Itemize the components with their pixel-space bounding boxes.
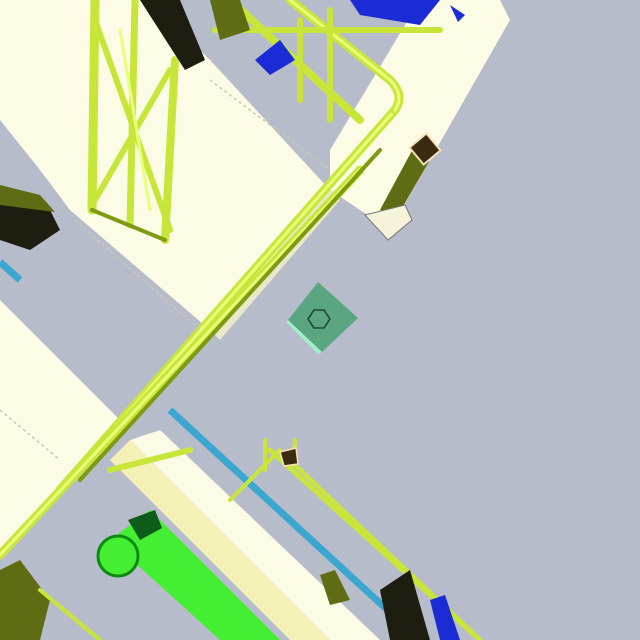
plant-scene[interactable] [0,0,640,640]
3d-viewport[interactable] [0,0,640,640]
